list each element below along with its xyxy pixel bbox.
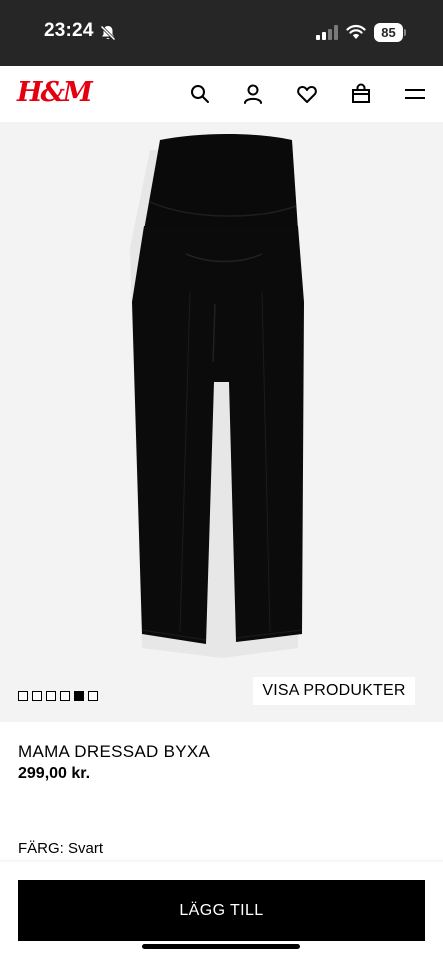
visa-produkter-button[interactable]: VISA PRODUKTER: [253, 677, 415, 705]
carousel-indicator: [18, 691, 98, 703]
battery-icon: 85: [374, 23, 406, 42]
color-label: FÄRG: Svart: [18, 840, 104, 857]
carousel-dot[interactable]: [32, 691, 42, 701]
carousel-dot[interactable]: [46, 691, 56, 701]
carousel-dot[interactable]: [88, 691, 98, 701]
account-icon[interactable]: [242, 83, 264, 105]
carousel-dot[interactable]: [60, 691, 70, 701]
status-bar: 23:24 85: [0, 0, 443, 66]
heart-icon[interactable]: [296, 83, 318, 105]
home-indicator[interactable]: [142, 944, 300, 949]
hm-logo[interactable]: H&M: [17, 77, 93, 108]
product-price: 299,00 kr.: [18, 765, 91, 782]
menu-icon[interactable]: [404, 83, 426, 105]
product-photo-pants: [130, 134, 304, 658]
carousel-dot-active[interactable]: [74, 691, 84, 701]
battery-cap: [404, 29, 406, 36]
product-name: MAMA DRESSAD BYXA: [18, 742, 211, 761]
product-image-gallery[interactable]: VISA PRODUKTER: [0, 122, 443, 722]
bag-icon[interactable]: [350, 83, 372, 105]
bell-slash-icon: [99, 24, 117, 42]
add-to-bag-button[interactable]: LÄGG TILL: [18, 880, 425, 941]
battery-level: 85: [374, 23, 403, 42]
search-icon[interactable]: [189, 83, 211, 105]
signal-icon: [316, 25, 340, 40]
wifi-icon: [346, 24, 366, 40]
carousel-dot[interactable]: [18, 691, 28, 701]
status-time: 23:24: [44, 20, 94, 41]
site-header: H&M: [0, 66, 443, 122]
